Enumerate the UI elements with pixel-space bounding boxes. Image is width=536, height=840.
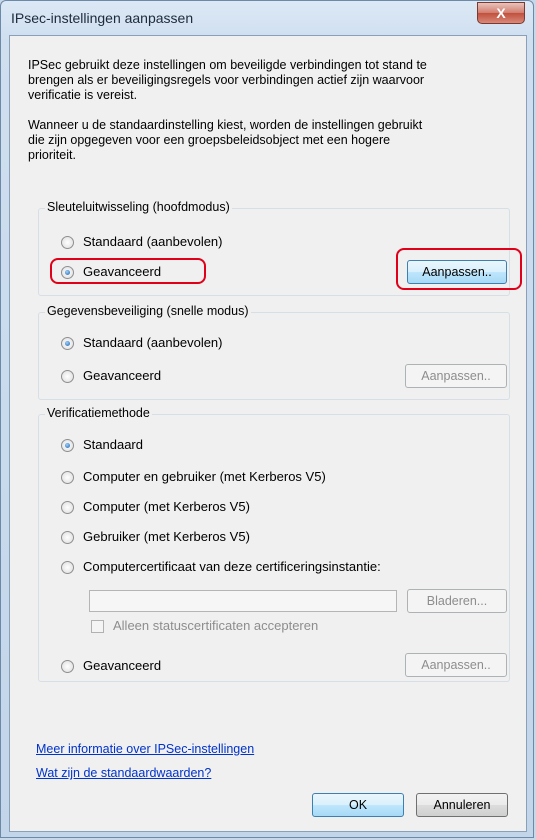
- key-exchange-default-label[interactable]: Standaard (aanbevolen): [83, 234, 223, 249]
- data-protection-advanced-label[interactable]: Geavanceerd: [83, 368, 161, 383]
- auth-default-label[interactable]: Standaard: [83, 437, 143, 452]
- auth-advanced-radio[interactable]: [61, 660, 74, 673]
- authentication-group: Verificatiemethode Standaard Computer en…: [38, 406, 510, 682]
- defaults-link[interactable]: Wat zijn de standaardwaarden?: [36, 766, 211, 780]
- data-protection-advanced-radio[interactable]: [61, 370, 74, 383]
- auth-computer-label[interactable]: Computer (met Kerberos V5): [83, 499, 250, 514]
- intro-text: IPSec gebruikt deze instellingen om beve…: [28, 58, 427, 102]
- health-certificates-checkbox[interactable]: [91, 620, 104, 633]
- auth-computer-radio[interactable]: [61, 501, 74, 514]
- close-button[interactable]: X: [477, 2, 525, 24]
- window-title: IPsec-instellingen aanpassen: [11, 10, 194, 26]
- browse-button[interactable]: Bladeren...: [407, 589, 507, 613]
- health-certificates-label[interactable]: Alleen statuscertificaten accepteren: [113, 618, 318, 633]
- auth-computer-user-label[interactable]: Computer en gebruiker (met Kerberos V5): [83, 469, 326, 484]
- auth-advanced-label[interactable]: Geavanceerd: [83, 658, 161, 673]
- cancel-button[interactable]: Annuleren: [416, 793, 508, 817]
- auth-user-label[interactable]: Gebruiker (met Kerberos V5): [83, 529, 250, 544]
- certificate-authority-field[interactable]: [89, 590, 397, 612]
- data-protection-default-label[interactable]: Standaard (aanbevolen): [83, 335, 223, 350]
- data-protection-group: Gegevensbeveiliging (snelle modus) Stand…: [38, 304, 510, 400]
- dialog-client: IPSec gebruikt deze instellingen om beve…: [9, 35, 527, 832]
- more-info-link[interactable]: Meer informatie over IPSec-instellingen: [36, 742, 254, 756]
- auth-certificate-radio[interactable]: [61, 561, 74, 574]
- highlight-customize-button: [396, 248, 522, 290]
- key-exchange-label: Sleuteluitwisseling (hoofdmodus): [45, 200, 232, 214]
- authentication-label: Verificatiemethode: [45, 406, 152, 420]
- auth-certificate-label[interactable]: Computercertificaat van deze certificeri…: [83, 559, 381, 574]
- data-protection-label: Gegevensbeveiliging (snelle modus): [45, 304, 251, 318]
- auth-default-radio[interactable]: [61, 439, 74, 452]
- highlight-advanced-option: [50, 258, 206, 284]
- auth-user-radio[interactable]: [61, 531, 74, 544]
- default-explanation-text: Wanneer u de standaardinstelling kiest, …: [28, 118, 423, 162]
- auth-customize-button[interactable]: Aanpassen..: [405, 653, 507, 677]
- dialog-window: IPsec-instellingen aanpassen X IPSec geb…: [0, 0, 534, 838]
- title-bar[interactable]: IPsec-instellingen aanpassen X: [1, 1, 533, 35]
- key-exchange-default-radio[interactable]: [61, 236, 74, 249]
- ok-button[interactable]: OK: [312, 793, 404, 817]
- data-protection-customize-button[interactable]: Aanpassen..: [405, 364, 507, 388]
- auth-computer-user-radio[interactable]: [61, 471, 74, 484]
- data-protection-default-radio[interactable]: [61, 337, 74, 350]
